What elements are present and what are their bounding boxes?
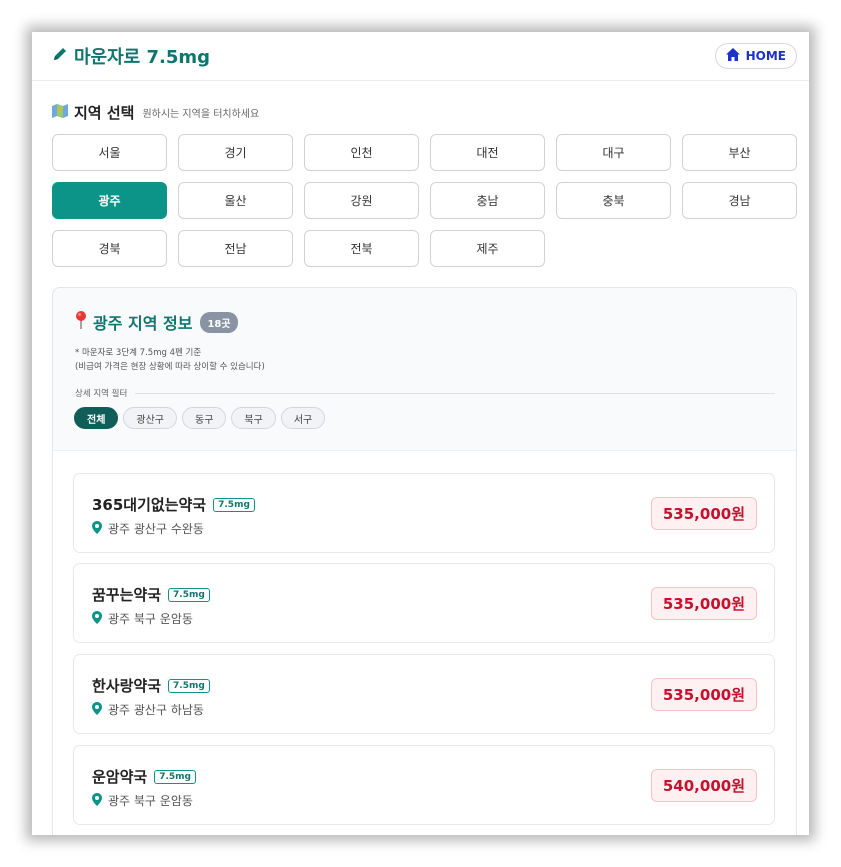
pharmacy-count-badge: 18곳 bbox=[200, 311, 238, 333]
pharmacy-list: 365대기없는약국 7.5mg 광주 광산구 수완동 535,000원 꿈꾸는약… bbox=[53, 450, 796, 835]
pharmacy-card[interactable]: 365대기없는약국 7.5mg 광주 광산구 수완동 535,000원 bbox=[73, 473, 775, 553]
region-section-hint: 원하시는 지역을 터치하세요 bbox=[142, 109, 260, 120]
home-label: HOME bbox=[745, 49, 786, 63]
region-button-gyeongbuk[interactable]: 경북 bbox=[52, 230, 167, 267]
home-button[interactable]: HOME bbox=[714, 43, 797, 69]
pharmacy-name: 꿈꾸는약국 bbox=[92, 586, 162, 604]
region-button-ulsan[interactable]: 울산 bbox=[178, 182, 293, 219]
app-window: 마운자로 7.5mg HOME 지역 선택 원하시는 지역을 터치하세요 서울 … bbox=[32, 32, 809, 835]
region-info-title: 광주 지역 정보 bbox=[93, 314, 193, 333]
region-button-grid: 서울 경기 인천 대전 대구 부산 광주 울산 강원 충남 충북 경남 경북 전… bbox=[52, 134, 797, 267]
district-filter-chips: 전체 광산구 동구 북구 서구 bbox=[74, 407, 326, 429]
pencil-icon bbox=[52, 46, 68, 66]
price-badge: 535,000원 bbox=[650, 678, 757, 711]
region-info-header: 광주 지역 정보 18곳 bbox=[75, 310, 238, 334]
pharmacy-location: 광주 광산구 하남동 bbox=[108, 703, 204, 717]
region-button-jeonbuk[interactable]: 전북 bbox=[304, 230, 419, 267]
home-icon bbox=[725, 48, 740, 64]
filter-chip-gwangsan[interactable]: 광산구 bbox=[123, 407, 178, 429]
region-button-gyeongnam[interactable]: 경남 bbox=[682, 182, 797, 219]
map-icon bbox=[52, 103, 68, 122]
divider bbox=[135, 392, 775, 394]
region-button-gangwon[interactable]: 강원 bbox=[304, 182, 419, 219]
price-badge: 540,000원 bbox=[650, 769, 757, 802]
page-title: 마운자로 7.5mg bbox=[74, 47, 211, 68]
location-pin-icon bbox=[92, 610, 102, 627]
region-button-daegu[interactable]: 대구 bbox=[556, 134, 671, 171]
region-button-jeonnam[interactable]: 전남 bbox=[178, 230, 293, 267]
region-button-jeju[interactable]: 제주 bbox=[430, 230, 545, 267]
location-pin-icon bbox=[92, 701, 102, 718]
filter-chip-dong[interactable]: 동구 bbox=[182, 407, 227, 429]
pharmacy-name: 한사랑약국 bbox=[92, 677, 162, 695]
price-badge: 535,000원 bbox=[650, 587, 757, 620]
pharmacy-location: 광주 북구 운암동 bbox=[108, 794, 193, 808]
top-bar: 마운자로 7.5mg HOME bbox=[32, 32, 809, 81]
price-notes: * 마운자로 3단계 7.5mg 4펜 기준 (비급여 가격은 현장 상황에 따… bbox=[75, 346, 265, 374]
region-info-panel: 광주 지역 정보 18곳 * 마운자로 3단계 7.5mg 4펜 기준 (비급여… bbox=[52, 287, 797, 835]
app-title: 마운자로 7.5mg bbox=[52, 43, 210, 69]
region-button-gyeonggi[interactable]: 경기 bbox=[178, 134, 293, 171]
dose-tag: 7.5mg bbox=[213, 497, 255, 512]
region-button-incheon[interactable]: 인천 bbox=[304, 134, 419, 171]
pharmacy-name: 365대기없는약국 bbox=[92, 496, 207, 514]
dose-tag: 7.5mg bbox=[168, 678, 210, 693]
filter-label-row: 상세 지역 필터 bbox=[75, 387, 775, 399]
region-button-daejeon[interactable]: 대전 bbox=[430, 134, 545, 171]
pharmacy-card[interactable]: 한사랑약국 7.5mg 광주 광산구 하남동 535,000원 bbox=[73, 654, 775, 734]
filter-chip-all[interactable]: 전체 bbox=[74, 407, 119, 429]
pharmacy-name: 운암약국 bbox=[92, 768, 148, 786]
region-button-chungnam[interactable]: 충남 bbox=[430, 182, 545, 219]
pharmacy-card[interactable]: 꿈꾸는약국 7.5mg 광주 북구 운암동 535,000원 bbox=[73, 563, 775, 643]
filter-chip-seo[interactable]: 서구 bbox=[280, 407, 326, 429]
region-button-gwangju[interactable]: 광주 bbox=[52, 182, 167, 219]
location-pin-icon bbox=[92, 520, 102, 537]
pushpin-icon bbox=[75, 311, 87, 333]
price-note-basis: * 마운자로 3단계 7.5mg 4펜 기준 bbox=[75, 348, 202, 358]
filter-label: 상세 지역 필터 bbox=[75, 389, 128, 399]
location-pin-icon bbox=[92, 792, 102, 809]
pharmacy-location: 광주 광산구 수완동 bbox=[108, 522, 204, 536]
pharmacy-location: 광주 북구 운암동 bbox=[108, 612, 193, 626]
dose-tag: 7.5mg bbox=[168, 587, 210, 602]
price-badge: 535,000원 bbox=[650, 497, 757, 530]
dose-tag: 7.5mg bbox=[154, 769, 196, 784]
region-section-title: 지역 선택 bbox=[74, 104, 135, 122]
region-button-seoul[interactable]: 서울 bbox=[52, 134, 167, 171]
region-section-header: 지역 선택 원하시는 지역을 터치하세요 bbox=[52, 102, 259, 123]
price-note-disclaimer: (비급여 가격은 현장 상황에 따라 상이할 수 있습니다) bbox=[75, 362, 265, 372]
region-button-busan[interactable]: 부산 bbox=[682, 134, 797, 171]
region-button-chungbuk[interactable]: 충북 bbox=[556, 182, 671, 219]
pharmacy-card[interactable]: 운암약국 7.5mg 광주 북구 운암동 540,000원 bbox=[73, 745, 775, 825]
filter-chip-buk[interactable]: 북구 bbox=[231, 407, 276, 429]
